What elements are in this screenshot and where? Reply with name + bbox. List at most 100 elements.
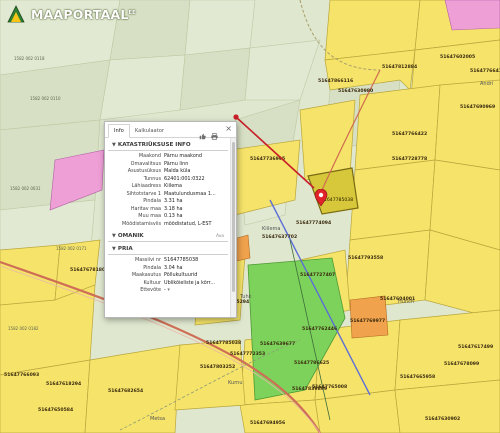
thumbs-up-icon[interactable] xyxy=(199,125,206,140)
parcel-id-label: 51647639677 xyxy=(260,341,295,347)
info-row: Kultuur Ublikõieliste ja kõrr... xyxy=(105,280,231,288)
print-icon[interactable] xyxy=(211,125,218,140)
logo-icon xyxy=(7,5,25,23)
tab-info[interactable]: Info xyxy=(108,124,130,138)
place-name-label: Hunch xyxy=(398,299,414,305)
parcel-id-label: 51647618294 xyxy=(46,381,81,387)
info-row-value: 3.04 ha xyxy=(164,264,183,271)
place-name-label: Tuhk xyxy=(239,294,252,300)
info-row-label: Sihtotstarve 1 xyxy=(126,190,161,197)
registered-field-parcel[interactable] xyxy=(434,79,500,171)
parcel-id-label: 51647678099 xyxy=(444,361,479,367)
field-parcel[interactable] xyxy=(244,39,321,101)
registered-field-parcel[interactable] xyxy=(299,99,356,181)
parcel-id-label: 51647772353 xyxy=(230,351,265,357)
parcel-id-label: 51647774094 xyxy=(296,220,331,226)
parcel-id-label: 51647728778 xyxy=(392,156,427,162)
place-name-label: Kiilema xyxy=(262,226,280,232)
info-row: Haritav maa 3.18 ha xyxy=(105,206,231,214)
info-row: Pindala 3.31 ha xyxy=(105,198,231,206)
place-name-label: Kurnu xyxy=(228,380,243,386)
parcel-id-label: 51647762446 xyxy=(302,326,337,332)
parcel-id-label: 51647694956 xyxy=(250,420,285,426)
info-row: Maakond Pärnu maakond xyxy=(105,153,231,161)
info-row-label: Ettevõte xyxy=(140,287,161,293)
place-name-label: Metsa xyxy=(150,416,165,422)
info-row-value: 51647785038 xyxy=(164,257,199,263)
parcel-id-label: 51647617499 xyxy=(458,344,493,350)
registered-field-parcel[interactable] xyxy=(0,244,61,306)
map-canvas[interactable]: 51647866116 51647812884 51647766422 5164772… xyxy=(0,0,500,433)
parcel-id-label: 51647630902 xyxy=(425,416,460,422)
info-row-value: Kiilema xyxy=(164,183,183,189)
info-row-value: Malda küla xyxy=(164,168,191,174)
info-row-value: Maatulundusmaa 1... xyxy=(164,190,216,197)
info-row-label: Lähiaadress xyxy=(131,183,161,189)
info-row: Sihtotstarve 1 Maatulundusmaa 1... xyxy=(105,191,231,199)
place-name-label: Andri xyxy=(480,81,493,87)
info-row-value: Põllukultuurid xyxy=(164,272,198,278)
info-row-label: Asustusüksus xyxy=(127,168,161,174)
close-icon[interactable]: × xyxy=(225,124,232,134)
registered-field-parcel[interactable] xyxy=(174,339,246,411)
parcel-id-label: 51647766422 xyxy=(392,131,427,137)
info-row-value: 62401:001:0322 xyxy=(164,175,205,182)
field-parcel[interactable] xyxy=(99,54,186,121)
field-parcel[interactable] xyxy=(179,47,251,111)
location-pin-icon[interactable] xyxy=(314,189,328,207)
info-row-label: Haritav maa xyxy=(130,205,161,212)
info-row-value: Ublikõieliste ja kõrr... xyxy=(164,279,215,286)
info-row: Massiivi nr 51647785038 xyxy=(105,257,231,265)
parcel-id-label: 51647665958 xyxy=(400,374,435,380)
info-row-label: Kultuur xyxy=(143,279,161,286)
pria-section-header[interactable]: ▼ PRIA xyxy=(108,242,228,255)
tab-kalkulaator[interactable]: Kalkulaator xyxy=(130,125,169,137)
parcel-id-label: 51647766093 xyxy=(4,372,39,378)
popup-content: ▼ KATASTRIÜKSUSE INFO Maakond Pärnu maako… xyxy=(105,138,231,317)
info-row: Mõõdistamisviis mõõdistatud, L-EST xyxy=(105,221,231,229)
registered-field-parcel[interactable] xyxy=(229,139,301,216)
info-row-dropdown[interactable]: - xyxy=(164,287,231,295)
info-row-value: mõõdistatud, L-EST xyxy=(164,220,212,227)
info-row-label: Maakond xyxy=(138,153,161,159)
parcel-id-label: 51647866116 xyxy=(318,78,353,84)
scrollbar-thumb[interactable] xyxy=(232,142,235,292)
parcel-id-label: 51647630980 xyxy=(338,88,373,94)
parcel-id-label: 51647793558 xyxy=(348,255,383,261)
parcel-id-label: 51647637702 xyxy=(262,234,297,240)
parcel-id-label: 51647602005 xyxy=(440,54,475,60)
info-row-label: Massiivi nr xyxy=(135,257,161,263)
pink-parcel[interactable] xyxy=(444,0,500,31)
logo-text: MAAPORTAALEE xyxy=(31,6,136,22)
info-row: Omavalitsus Pärnu linn xyxy=(105,161,231,169)
parcel-id-label: 51647803252 xyxy=(200,364,235,370)
cadastral-unit-label: 1582 002 0171 xyxy=(56,246,87,251)
popup-pointer-anchor xyxy=(233,114,239,120)
cadastral-unit-label: 1582 002 0110 xyxy=(30,96,61,101)
info-row-value: 0.13 ha xyxy=(164,213,183,219)
parcel-id-label: 51647769977 xyxy=(350,318,385,324)
info-row-value: 3.31 ha xyxy=(164,198,183,204)
owner-section-header[interactable]: ▼ OMANIK Ava xyxy=(108,229,228,242)
cadastral-unit-label: 1582 002 0182 xyxy=(8,326,39,331)
parcel-id-label: 51647766412 xyxy=(470,68,500,74)
popup-tabs: Info Kalkulaator × xyxy=(105,122,236,140)
info-row: Lähiaadress Kiilema xyxy=(105,183,231,191)
cadastral-section-header[interactable]: ▼ KATASTRIÜKSUSE INFO xyxy=(108,138,228,151)
orange-parcel[interactable] xyxy=(349,295,389,339)
field-parcel[interactable] xyxy=(184,0,256,56)
info-row: Tunnus 62401:001:0322 xyxy=(105,176,231,184)
popup-scrollbar[interactable] xyxy=(230,138,236,317)
cadastral-unit-label: 1582 002 0031 xyxy=(10,186,41,191)
info-row-label: Muu maa xyxy=(138,213,161,219)
chevron-down-icon: ▼ xyxy=(112,246,116,252)
info-row-label: Mõõdistamisviis xyxy=(122,220,161,227)
chevron-down-icon: ▼ xyxy=(112,233,116,239)
parcel-id-label: 51647690969 xyxy=(460,104,495,110)
registered-field-parcel[interactable] xyxy=(349,159,436,241)
info-row-value: Pärnu linn xyxy=(164,160,189,167)
owner-open-link[interactable]: Ava xyxy=(216,234,224,239)
info-row-label: Pindala xyxy=(143,198,161,204)
parcel-id-label: 51647786625 xyxy=(294,360,329,366)
maaportaal-logo[interactable]: MAAPORTAALEE xyxy=(6,4,136,24)
